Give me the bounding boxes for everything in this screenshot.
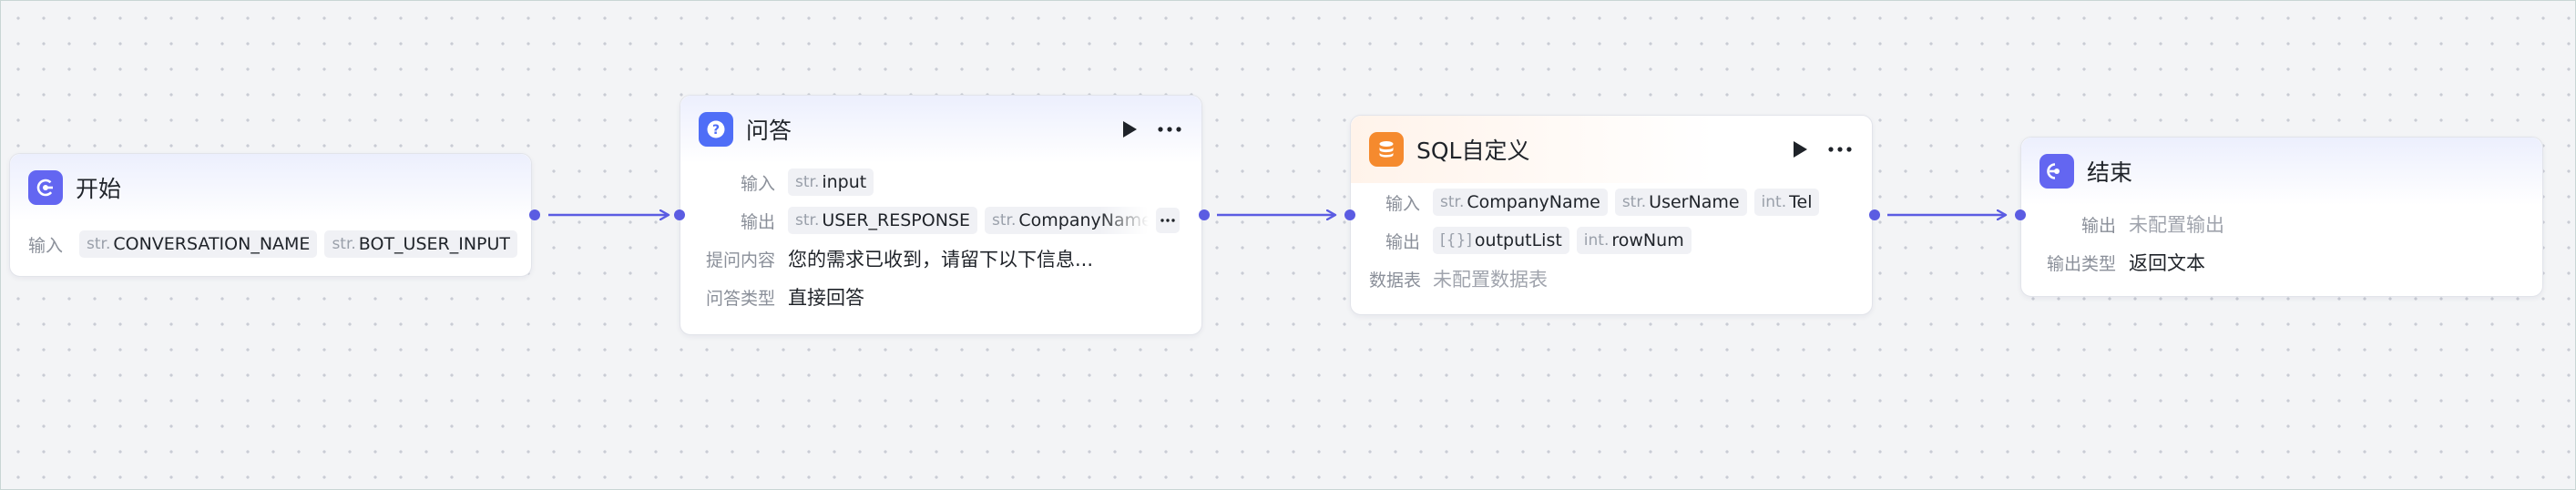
qa-input-row: 输入 str. input [680,163,1201,201]
sql-node[interactable]: SQL自定义 输入 str. CompanyName str. UserName i… [1350,115,1873,315]
sql-node-header: SQL自定义 [1351,116,1872,183]
sql-table-value: 未配置数据表 [1433,269,1548,291]
more-icon[interactable] [1828,147,1852,152]
end-input-port[interactable] [2015,209,2026,220]
variable-tag[interactable]: int. Tel [1753,189,1820,216]
run-icon[interactable] [1792,140,1808,158]
end-output-label: 输出 [2080,215,2116,236]
variable-tag[interactable]: str. UserName [1614,189,1747,216]
run-icon[interactable] [1121,120,1138,138]
start-output-port[interactable] [529,209,540,220]
qa-answer-type-row: 问答类型 直接回答 [680,278,1201,316]
svg-text:?: ? [712,123,720,138]
qa-node[interactable]: ? 问答 输入 str. input 输出 str. USER_RESPONSE s… [680,95,1202,335]
qa-prompt-row: 提问内容 您的需求已收到，请留下以下信息... [680,240,1201,278]
end-output-type-value: 返回文本 [2129,252,2205,274]
qa-output-port[interactable] [1199,209,1210,220]
variable-tag[interactable]: int. rowNum [1576,227,1692,254]
sql-output-port[interactable] [1869,209,1880,220]
qa-output-label: 输出 [740,211,775,232]
qa-node-header: ? 问答 [680,96,1201,163]
qa-input-label: 输入 [740,173,775,194]
variable-tag[interactable]: str. CompanyName [1433,189,1608,216]
end-output-type-row: 输出类型 返回文本 [2021,243,2542,281]
sql-input-label: 输入 [1385,193,1420,214]
sql-output-label: 输出 [1385,231,1420,252]
qa-output-row: 输出 str. USER_RESPONSE str. CompanyName [680,201,1201,240]
start-input-row: 输入 str. CONVERSATION_NAME str. BOT_USER_IN… [10,221,531,267]
qa-answer-type-value: 直接回答 [788,287,864,309]
qa-answer-type-label: 问答类型 [705,288,775,309]
database-icon [1369,132,1404,167]
variable-tag[interactable]: str. CompanyName [985,207,1149,234]
qa-node-title: 问答 [746,117,792,144]
end-output-row: 输出 未配置输出 [2021,205,2542,243]
login-icon [28,170,63,205]
start-node-title: 开始 [76,176,122,202]
end-node-header: 结束 [2021,138,2542,205]
variable-tag[interactable]: str. USER_RESPONSE [788,207,977,234]
start-node[interactable]: 开始 输入 str. CONVERSATION_NAME str. BOT_USER… [9,153,532,277]
qa-prompt-value: 您的需求已收到，请留下以下信息... [788,249,1094,271]
variable-tag[interactable]: str. input [788,168,874,196]
sql-output-row: 输出 [{}] outputList int. rowNum [1351,221,1872,260]
question-icon: ? [699,112,733,147]
exit-icon [2039,154,2074,189]
more-variables-icon[interactable] [1156,208,1180,233]
end-node-title: 结束 [2087,159,2133,186]
qa-prompt-label: 提问内容 [705,250,775,271]
end-output-type-label: 输出类型 [2046,253,2116,274]
sql-input-row: 输入 str. CompanyName str. UserName int. Tel [1351,183,1872,221]
variable-tag[interactable]: str. CONVERSATION_NAME [79,230,318,258]
sql-input-port[interactable] [1344,209,1355,220]
end-node[interactable]: 结束 输出 未配置输出 输出类型 返回文本 [2020,137,2543,297]
more-icon[interactable] [1158,127,1181,132]
variable-tag[interactable]: str. BOT_USER_INPUT [324,230,518,258]
end-output-value: 未配置输出 [2129,214,2224,236]
variable-tag[interactable]: [{}] outputList [1433,227,1569,254]
sql-table-row: 数据表 未配置数据表 [1351,260,1872,298]
start-input-label: 输入 [28,235,64,256]
sql-node-title: SQL自定义 [1416,138,1530,164]
start-node-header: 开始 [10,154,531,221]
qa-input-port[interactable] [674,209,685,220]
sql-table-label: 数据表 [1369,270,1422,291]
